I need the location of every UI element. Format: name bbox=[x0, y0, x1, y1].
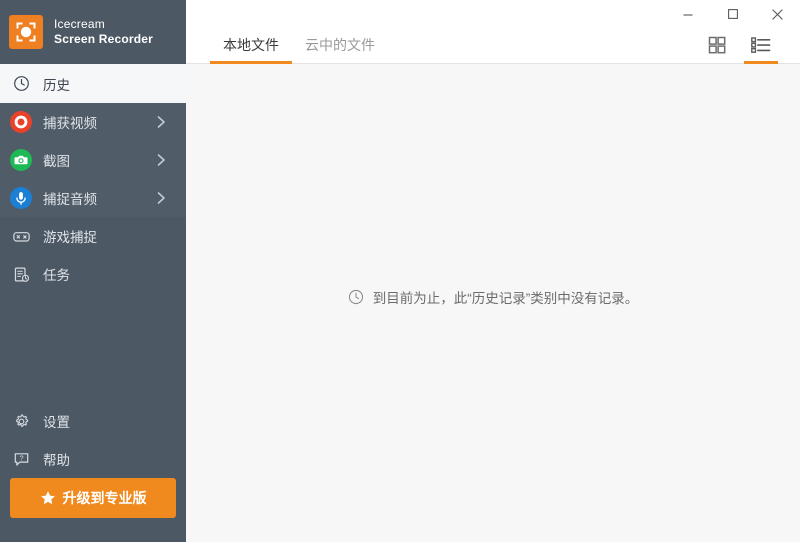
upgrade-to-pro-button[interactable]: 升级到专业版 bbox=[10, 478, 176, 518]
sidebar-item-label-screenshot: 截图 bbox=[43, 150, 70, 170]
sidebar-item-label-help: 帮助 bbox=[43, 449, 70, 469]
clock-icon bbox=[348, 289, 364, 305]
sidebar-item-screenshot[interactable]: 截图 bbox=[0, 141, 186, 179]
brand-text: Icecream Screen Recorder bbox=[54, 17, 153, 47]
sidebar-item-label-capture-audio: 捕捉音频 bbox=[43, 188, 97, 208]
help-question-icon: ? bbox=[9, 447, 33, 471]
sidebar-item-label-capture-video: 捕获视频 bbox=[43, 112, 97, 132]
sidebar-capture-group: 捕获视频 截图 bbox=[0, 103, 186, 217]
svg-text:?: ? bbox=[19, 453, 23, 462]
chevron-right-icon bbox=[157, 154, 166, 167]
view-toggle-group bbox=[690, 27, 778, 63]
microphone-icon bbox=[9, 186, 33, 210]
sidebar-item-label-history: 历史 bbox=[43, 74, 70, 94]
chevron-right-icon bbox=[157, 192, 166, 205]
brand-line-1: Icecream bbox=[54, 17, 153, 32]
sidebar-item-help[interactable]: ? 帮助 bbox=[0, 440, 186, 478]
tab-bar: 本地文件 云中的文件 bbox=[186, 28, 800, 64]
chevron-right-icon bbox=[157, 116, 166, 129]
sidebar-item-history[interactable]: 历史 bbox=[0, 64, 186, 103]
sidebar-item-capture-video[interactable]: 捕获视频 bbox=[0, 103, 186, 141]
content-area: 到目前为止，此“历史记录”类别中没有记录。 bbox=[186, 64, 800, 542]
sidebar-item-capture-audio[interactable]: 捕捉音频 bbox=[0, 179, 186, 217]
sidebar: Icecream Screen Recorder 历史 bbox=[0, 0, 186, 542]
clock-icon bbox=[9, 72, 33, 96]
tab-local-files-label: 本地文件 bbox=[223, 35, 279, 55]
title-bar bbox=[186, 0, 800, 28]
maximize-button[interactable] bbox=[710, 0, 755, 28]
main-panel: 本地文件 云中的文件 bbox=[186, 0, 800, 542]
sidebar-bottom-padding bbox=[0, 533, 186, 542]
tab-local-files[interactable]: 本地文件 bbox=[210, 27, 292, 63]
tab-cloud-files[interactable]: 云中的文件 bbox=[292, 27, 388, 63]
minimize-button[interactable] bbox=[665, 0, 710, 28]
gamepad-icon bbox=[9, 224, 33, 248]
sidebar-spacer bbox=[0, 293, 186, 402]
empty-state-text: 到目前为止，此“历史记录”类别中没有记录。 bbox=[373, 287, 639, 307]
brand-line-2: Screen Recorder bbox=[54, 32, 153, 47]
grid-view-icon[interactable] bbox=[700, 27, 734, 63]
sidebar-item-settings[interactable]: 设置 bbox=[0, 402, 186, 440]
record-frame-icon bbox=[9, 15, 43, 49]
sidebar-item-game-capture[interactable]: 游戏捕捉 bbox=[0, 217, 186, 255]
screenshot-camera-icon bbox=[9, 148, 33, 172]
close-button[interactable] bbox=[755, 0, 800, 28]
sidebar-item-label-tasks: 任务 bbox=[43, 264, 70, 284]
empty-state-message: 到目前为止，此“历史记录”类别中没有记录。 bbox=[348, 287, 639, 307]
sidebar-item-label-settings: 设置 bbox=[43, 411, 70, 431]
upgrade-button-label: 升级到专业版 bbox=[63, 488, 147, 508]
gear-icon bbox=[9, 409, 33, 433]
tab-cloud-files-label: 云中的文件 bbox=[305, 35, 375, 55]
sidebar-item-label-game-capture: 游戏捕捉 bbox=[43, 226, 97, 246]
star-icon bbox=[40, 490, 56, 506]
app-brand: Icecream Screen Recorder bbox=[0, 0, 186, 64]
app-window: Icecream Screen Recorder 历史 bbox=[0, 0, 800, 542]
task-clock-icon bbox=[9, 262, 33, 286]
list-view-icon[interactable] bbox=[744, 27, 778, 63]
sidebar-item-tasks[interactable]: 任务 bbox=[0, 255, 186, 293]
record-video-icon bbox=[9, 110, 33, 134]
